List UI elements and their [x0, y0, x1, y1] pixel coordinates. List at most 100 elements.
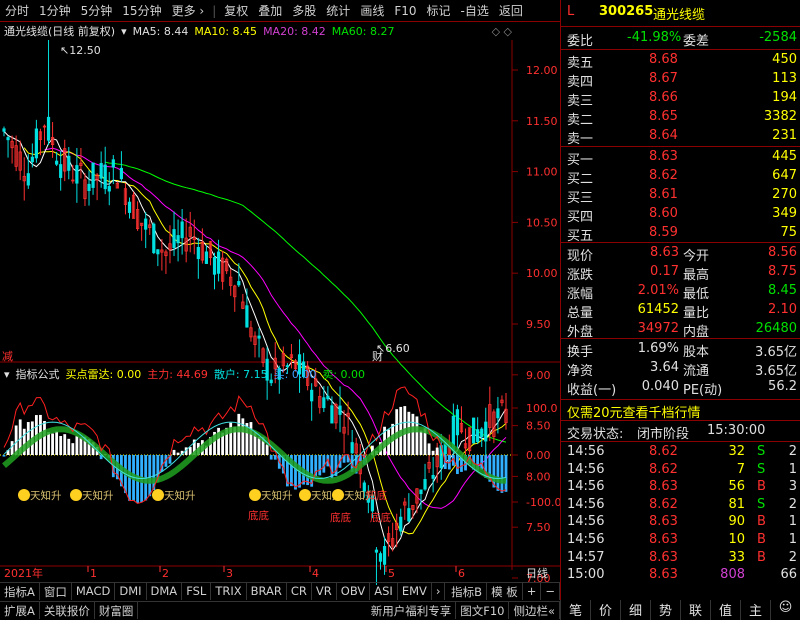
indicator-name[interactable]: 指标公式 — [16, 366, 60, 382]
overlay-button[interactable]: 叠加 — [253, 2, 287, 19]
candle-body — [322, 397, 326, 409]
candle-body — [484, 421, 488, 442]
tab-price[interactable]: 价 — [590, 600, 620, 620]
tab-dmi[interactable]: DMI — [115, 583, 147, 600]
mark-button[interactable]: 标记 — [422, 2, 456, 19]
tab-trades[interactable]: 笔 — [560, 600, 590, 620]
period-tab-5min[interactable]: 5分钟 — [76, 2, 118, 19]
draw-line-button[interactable]: 画线 — [355, 2, 389, 19]
tab-indicator-b[interactable]: 指标B — [447, 583, 488, 600]
period-tab-more[interactable]: 更多 › — [167, 2, 210, 19]
period-label[interactable]: 日线 — [526, 566, 548, 580]
stat-value: 3.64 — [650, 360, 679, 375]
tab-trend[interactable]: 势 — [650, 600, 680, 620]
ask-row[interactable]: 卖二 8.65 3382 — [561, 108, 800, 128]
tab-remove[interactable]: − — [541, 583, 560, 600]
chart-area[interactable]: 12.0011.5011.0010.5010.009.509.008.508.0… — [0, 40, 560, 585]
stat-row: 收益(一) 0.040 PE(动) 56.2 — [561, 378, 800, 398]
tab-wealth-circle[interactable]: 财富圈 — [95, 602, 139, 619]
new-user-promo-link[interactable]: 新用户福利专享 — [367, 602, 457, 619]
tab-extension-a[interactable]: 扩展A — [0, 602, 40, 619]
tab-detail[interactable]: 细 — [620, 600, 650, 620]
ask-row[interactable]: 卖四 8.67 113 — [561, 70, 800, 90]
tab-cr[interactable]: CR — [287, 583, 312, 600]
tick-count: 2 — [788, 549, 797, 565]
multi-stock-button[interactable]: 多股 — [287, 2, 321, 19]
divider — [561, 399, 800, 400]
bid-row[interactable]: 买二 8.62 647 — [561, 167, 800, 187]
tab-brar[interactable]: BRAR — [247, 583, 287, 600]
bid-volume: 445 — [772, 149, 797, 164]
quote-label: 今开 — [683, 249, 710, 264]
f10-button[interactable]: F10 — [389, 4, 421, 18]
sidebar-toggle-button[interactable]: 侧边栏« — [509, 602, 560, 619]
ask-row[interactable]: 卖三 8.66 194 — [561, 89, 800, 109]
price-tick-label: 9.50 — [526, 318, 551, 331]
tab-related-quote[interactable]: 关联报价 — [40, 602, 95, 619]
tab-fsl[interactable]: FSL — [182, 583, 212, 600]
tab-add[interactable]: + — [523, 583, 542, 600]
settings-diamond-icon[interactable]: ◇ ◇ — [492, 25, 560, 38]
indicator-bar — [10, 441, 14, 455]
period-tab-1min[interactable]: 1分钟 — [34, 2, 76, 19]
ask-row[interactable]: 卖一 8.64 231 — [561, 127, 800, 147]
tick-count: 1 — [788, 514, 797, 530]
graphic-f10-button[interactable]: 图文F10 — [456, 602, 510, 619]
remove-watchlist-button[interactable]: -自选 — [456, 2, 494, 19]
restore-rights-button[interactable]: 复权 — [219, 2, 253, 19]
tab-dma[interactable]: DMA — [147, 583, 183, 600]
candle-body — [257, 335, 261, 339]
tab-window[interactable]: 窗口 — [40, 583, 72, 600]
bid-row[interactable]: 买四 8.60 349 — [561, 205, 800, 225]
bid-row[interactable]: 买一 8.63 445 — [561, 148, 800, 168]
tab-main[interactable]: 主 — [740, 600, 770, 620]
back-button[interactable]: 返回 — [494, 2, 528, 19]
candle-body — [144, 218, 148, 230]
bid-row[interactable]: 买三 8.61 270 — [561, 186, 800, 206]
tab-obv[interactable]: OBV — [337, 583, 371, 600]
stats-button[interactable]: 统计 — [321, 2, 355, 19]
ask-row[interactable]: 卖五 8.68 450 — [561, 51, 800, 71]
quote-panel: L 300265 通光线缆 委比 -41.98% 委差 -2584 卖五 8.6… — [560, 0, 800, 600]
tab-trix[interactable]: TRIX — [211, 583, 247, 600]
tab-vr[interactable]: VR — [312, 583, 337, 600]
stat-label: 流通 — [683, 364, 710, 379]
collapse-icon[interactable]: ▾ — [121, 25, 127, 38]
smiley-icon[interactable]: ☺ — [770, 600, 800, 620]
tab-indicator-a[interactable]: 指标A — [0, 583, 40, 600]
tick-side: S — [757, 444, 766, 459]
period-tab-15min[interactable]: 15分钟 — [117, 2, 166, 19]
tab-emv[interactable]: EMV — [398, 583, 432, 600]
quote-value: 61452 — [637, 302, 679, 317]
candle-body — [107, 186, 111, 192]
tick-time: 14:56 — [567, 461, 605, 477]
candle-body — [310, 389, 314, 402]
bid-row[interactable]: 买五 8.59 75 — [561, 224, 800, 244]
indicator-collapse-icon[interactable]: ▾ — [4, 368, 10, 381]
bid-price: 8.60 — [649, 206, 678, 221]
tab-linked[interactable]: 联 — [680, 600, 710, 620]
tab-macd[interactable]: MACD — [72, 583, 116, 600]
candle-body — [180, 221, 184, 239]
tab-asi[interactable]: ASI — [370, 583, 398, 600]
promo-text[interactable]: 仅需20元查看千档行情 — [567, 402, 701, 421]
indicator-bar — [419, 430, 423, 455]
tick-count: 2 — [788, 496, 797, 512]
tab-more-arrow[interactable]: › — [432, 583, 446, 600]
period-tab-fenshi[interactable]: 分时 — [0, 2, 34, 19]
bid-level-label: 买四 — [567, 210, 594, 225]
ask-level-label: 卖三 — [567, 94, 594, 109]
tick-count: 66 — [780, 567, 797, 583]
stat-label: 股本 — [683, 345, 710, 360]
stock-code[interactable]: 300265 — [599, 4, 653, 19]
chart-title[interactable]: 通光线缆(日线 前复权) — [4, 23, 115, 39]
stock-name[interactable]: 通光线缆 — [653, 4, 705, 23]
promo-banner[interactable]: 仅需20元查看千档行情 — [561, 401, 800, 421]
candle-body — [152, 223, 156, 254]
tab-template[interactable]: 模 板 — [487, 583, 523, 600]
quote-row: 涨跌 0.17 最高 8.75 — [561, 263, 800, 283]
tick-volume: 32 — [728, 444, 745, 459]
tab-value[interactable]: 值 — [710, 600, 740, 620]
candle-body — [399, 516, 403, 532]
indicator-bar — [63, 434, 67, 455]
